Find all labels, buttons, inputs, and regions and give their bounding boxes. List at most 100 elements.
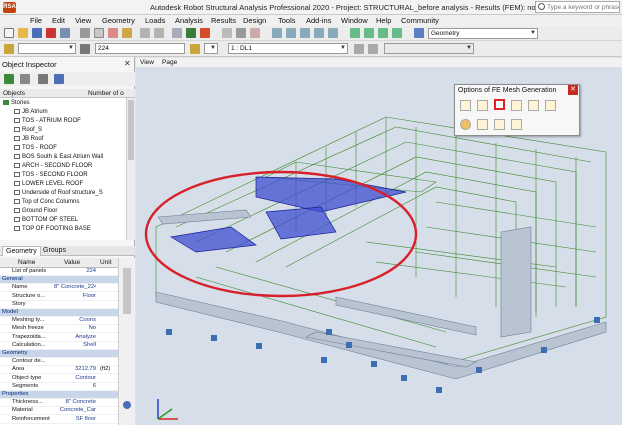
zoom-out-icon[interactable] bbox=[300, 28, 310, 38]
menu-analysis[interactable]: Analysis bbox=[175, 16, 203, 25]
list-icon[interactable] bbox=[20, 74, 30, 84]
property-row[interactable]: List of panels 224 bbox=[0, 268, 118, 276]
menu-geometry[interactable]: Geometry bbox=[102, 16, 135, 25]
property-row[interactable]: Reinforcement SF floor bbox=[0, 416, 118, 424]
tree-item[interactable]: TOP OF FOOTING BASE bbox=[14, 226, 91, 234]
menu-addins[interactable]: Add-ins bbox=[306, 16, 331, 25]
zoom-in-icon[interactable] bbox=[286, 28, 296, 38]
menu-view[interactable]: View bbox=[75, 16, 91, 25]
rotate-z-icon[interactable] bbox=[392, 28, 402, 38]
objects-column-header[interactable]: Objects bbox=[3, 90, 25, 97]
tree-item[interactable]: LOWER LEVEL ROOF bbox=[14, 181, 83, 189]
menu-loads[interactable]: Loads bbox=[145, 16, 165, 25]
property-value[interactable]: No bbox=[54, 325, 96, 331]
copy-icon[interactable] bbox=[94, 28, 104, 38]
mesh-point-icon[interactable] bbox=[460, 119, 471, 130]
rotate-x-icon[interactable] bbox=[364, 28, 374, 38]
tree-item[interactable]: JB Atrium bbox=[14, 109, 48, 117]
mesh-option-4-icon[interactable] bbox=[511, 100, 522, 111]
selection-input[interactable]: 224 bbox=[95, 43, 185, 54]
menu-window[interactable]: Window bbox=[341, 16, 368, 25]
preview-icon[interactable] bbox=[60, 28, 70, 38]
close-icon[interactable]: ✕ bbox=[568, 85, 578, 95]
menu-community[interactable]: Community bbox=[401, 16, 439, 25]
tree-item[interactable]: Roof_S bbox=[14, 127, 42, 135]
open-folder-icon[interactable] bbox=[18, 28, 28, 38]
mesh-emitter-icon[interactable] bbox=[494, 119, 505, 130]
zoom-window-icon[interactable] bbox=[272, 28, 282, 38]
case-prefix-select[interactable]: ▼ bbox=[204, 43, 218, 54]
display-icon[interactable] bbox=[414, 28, 424, 38]
help-icon[interactable] bbox=[54, 74, 64, 84]
property-value[interactable]: Concrete_Car bbox=[54, 407, 96, 413]
mesh-delete-icon[interactable] bbox=[511, 119, 522, 130]
tree-item[interactable]: TOS - ROOF bbox=[14, 145, 57, 153]
property-row[interactable]: Object type Contour bbox=[0, 375, 118, 383]
property-value[interactable]: 224 bbox=[54, 268, 96, 274]
properties-scrollbar[interactable] bbox=[118, 258, 135, 425]
property-row[interactable]: Trapezoida... Analyze bbox=[0, 334, 118, 342]
property-row[interactable]: Thickness... 8" Concrete bbox=[0, 399, 118, 408]
table-icon[interactable] bbox=[172, 28, 182, 38]
tree-item[interactable]: TOS - ATRIUM ROOF bbox=[14, 118, 81, 126]
search-icon[interactable] bbox=[38, 74, 48, 84]
menu-help[interactable]: Help bbox=[376, 16, 391, 25]
property-value[interactable]: 8" Concrete bbox=[54, 399, 96, 405]
section-icon[interactable] bbox=[250, 28, 260, 38]
tree-scrollbar[interactable] bbox=[126, 98, 135, 240]
mesh-option-2-icon[interactable] bbox=[477, 100, 488, 111]
close-icon[interactable]: ✕ bbox=[124, 59, 131, 68]
tree-item[interactable]: TOS - SECOND FLOOR bbox=[14, 172, 88, 180]
mesh-refine-icon[interactable] bbox=[477, 119, 488, 130]
mesh-option-5-icon[interactable] bbox=[528, 100, 539, 111]
tree-item[interactable]: BOTTOM OF STEEL bbox=[14, 217, 78, 225]
app-logo[interactable]: RSA bbox=[3, 2, 16, 13]
save-icon[interactable] bbox=[32, 28, 42, 38]
property-value[interactable]: Shell bbox=[54, 342, 96, 348]
tree-item[interactable]: ARCH - SECOND FLOOR bbox=[14, 163, 92, 171]
property-group[interactable]: Geometry bbox=[0, 350, 118, 358]
case-icon[interactable] bbox=[190, 44, 200, 54]
paste-icon[interactable] bbox=[122, 28, 132, 38]
selection-icon[interactable] bbox=[4, 44, 14, 54]
info-icon[interactable] bbox=[123, 401, 131, 409]
unit-column-header[interactable]: Unit bbox=[100, 259, 112, 266]
tab-groups[interactable]: Groups bbox=[40, 246, 69, 256]
property-value[interactable]: 3212.79 bbox=[54, 366, 96, 372]
property-group[interactable]: Model bbox=[0, 309, 118, 317]
tree-item[interactable]: Ground Floor bbox=[14, 208, 57, 216]
menu-edit[interactable]: Edit bbox=[52, 16, 65, 25]
pan-icon[interactable] bbox=[328, 28, 338, 38]
tab-view[interactable]: View bbox=[140, 59, 154, 66]
menu-design[interactable]: Design bbox=[243, 16, 266, 25]
property-group[interactable]: Properties bbox=[0, 391, 118, 399]
number-column-header[interactable]: Number of o bbox=[88, 90, 124, 97]
filter-icon[interactable] bbox=[4, 74, 14, 84]
property-value[interactable]: Floor bbox=[54, 293, 96, 299]
tab-geometry[interactable]: Geometry bbox=[2, 246, 41, 256]
scrollbar-thumb[interactable] bbox=[128, 100, 134, 160]
name-column-header[interactable]: Name bbox=[18, 259, 35, 266]
property-value[interactable]: SF floor bbox=[54, 416, 96, 422]
layout-select[interactable]: Geometry ▼ bbox=[428, 28, 538, 39]
calculate-icon[interactable] bbox=[186, 28, 196, 38]
zoom-all-icon[interactable] bbox=[314, 28, 324, 38]
tab-page[interactable]: Page bbox=[162, 59, 177, 66]
mesh-option-1-icon[interactable] bbox=[460, 100, 471, 111]
panel-select-icon[interactable] bbox=[80, 44, 90, 54]
scrollbar-thumb[interactable] bbox=[123, 268, 131, 314]
property-value[interactable]: 8" Concrete_224 bbox=[54, 284, 96, 290]
select-icon[interactable] bbox=[236, 28, 246, 38]
mesh-option-6-icon[interactable] bbox=[545, 100, 556, 111]
redo-icon[interactable] bbox=[154, 28, 164, 38]
tree-item[interactable]: JB Roof bbox=[14, 136, 43, 144]
property-row[interactable]: Name 8" Concrete_224 bbox=[0, 284, 118, 293]
property-row[interactable]: Mesh freeze No bbox=[0, 325, 118, 334]
property-row[interactable]: Structure o... Floor bbox=[0, 293, 118, 301]
property-row[interactable]: Meshing ty... Coons bbox=[0, 317, 118, 326]
menu-results[interactable]: Results bbox=[211, 16, 236, 25]
property-value[interactable]: Coons bbox=[54, 317, 96, 323]
search-input[interactable]: Type a keyword or phrase bbox=[535, 1, 620, 13]
property-value[interactable]: Analyze bbox=[54, 334, 96, 340]
load-case-select[interactable]: 1 : DL1 ▼ bbox=[228, 43, 348, 54]
